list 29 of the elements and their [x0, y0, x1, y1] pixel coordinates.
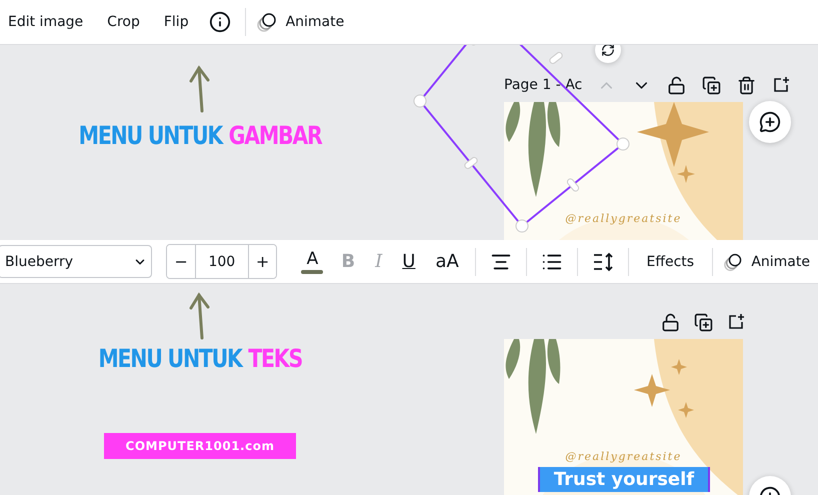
case-button[interactable]: aA — [429, 249, 465, 274]
page-title[interactable]: Page 1 - Ac — [504, 77, 585, 93]
underline-button[interactable]: U — [396, 249, 422, 274]
font-size-field[interactable]: 100 — [194, 245, 249, 278]
arrow-up-icon — [188, 292, 212, 340]
arrow-up-icon — [188, 65, 212, 113]
handle-text: @reallygreatsite — [564, 212, 683, 225]
add-page-icon — [727, 313, 745, 331]
caption-text: MENU UNTUK — [98, 344, 242, 373]
toolbar-button[interactable]: Crop — [99, 8, 148, 36]
toolbar-button[interactable]: Effects — [638, 248, 702, 276]
toolbar-button[interactable]: Edit image — [0, 8, 92, 36]
rotate-icon — [601, 45, 615, 57]
animate-icon — [256, 11, 278, 33]
handle-text: @reallygreatsite — [564, 450, 683, 463]
toolbar-button[interactable]: Flip — [156, 8, 197, 36]
site-badge: COMPUTER1001.com — [104, 433, 296, 459]
line-spacing-icon — [592, 252, 614, 272]
font-dropdown[interactable]: Blueberry — [0, 245, 152, 278]
caption-text: TEKS — [248, 344, 302, 373]
animate-button[interactable]: Animate — [286, 8, 352, 36]
caption-text: GAMBAR — [228, 121, 322, 150]
comment-plus-icon — [759, 111, 781, 133]
add-page-icon — [772, 76, 790, 94]
text-color-button[interactable]: A — [297, 250, 328, 274]
add-comment-button[interactable] — [749, 101, 791, 143]
font-size-stepper[interactable]: − 100 + — [166, 244, 278, 279]
caption-text: MENU UNTUK — [78, 121, 222, 150]
animate-button[interactable]: Animate — [751, 248, 818, 276]
